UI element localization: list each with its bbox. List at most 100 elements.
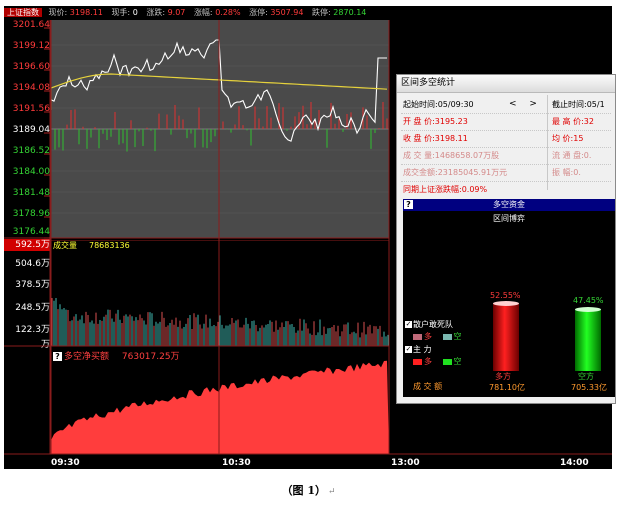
long-pct: 52.55% — [490, 291, 521, 300]
now-label: 现价: — [48, 8, 68, 17]
close-price-value: 3198.11 — [434, 134, 468, 143]
price-tick-9: 3178.96 — [12, 209, 50, 219]
caption-text: （图 1） — [281, 484, 326, 497]
long-short-fund-panel: ? 多空资金 区间博弈 ✓ 散户敢死队 多 空 ✓ 主 力 多 空 成 交 额 52… — [403, 199, 615, 397]
price-tick-5: 3189.04 — [12, 125, 50, 135]
short-bar — [575, 309, 601, 371]
main-label: 主 力 — [413, 345, 432, 354]
now-value: 3198.11 — [69, 8, 103, 17]
long-amount: 781.10亿 — [489, 383, 525, 392]
retail-short-swatch — [442, 333, 452, 340]
range-step-arrows[interactable]: < > — [509, 99, 542, 109]
price-tick-6: 3186.52 — [12, 146, 50, 156]
row-divider — [401, 130, 611, 131]
volume-value: 78683136 — [89, 241, 130, 250]
column-divider — [547, 95, 548, 190]
dialog-title[interactable]: 区间多空统计 — [397, 75, 615, 93]
open-price-label: 开 盘 价: — [403, 117, 435, 126]
change-value: 9.07 — [167, 8, 186, 17]
time-tick-1300: 13:00 — [391, 458, 420, 468]
limit-down-value: 2870.14 — [333, 8, 367, 17]
long-bar — [493, 303, 519, 371]
retail-legend: 多 空 — [413, 331, 462, 342]
fund-flow-area — [51, 360, 389, 454]
volume-chart[interactable] — [51, 240, 389, 346]
volume-header: 成交量 78683136 — [53, 240, 130, 251]
volume-tick-3: 122.3万 — [15, 325, 50, 335]
price-tick-4: 3191.56 — [12, 104, 50, 114]
main-long-label: 多 — [424, 357, 432, 366]
float-row: 流 通 盘:0. — [552, 150, 591, 161]
time-tick-1400: 14:00 — [560, 458, 589, 468]
pct-value: 0.28% — [215, 8, 241, 17]
main-legend: 多 空 — [413, 356, 462, 367]
volume-tick-0: 504.6万 — [15, 259, 50, 269]
row-divider — [401, 147, 611, 148]
short-name: 空方 — [578, 372, 594, 381]
time-tick-1030: 10:30 — [222, 458, 251, 468]
volume-stat-label: 成 交 量: — [403, 151, 435, 160]
end-time-value: 05/1 — [586, 100, 605, 109]
open-price-value: 3195.23 — [434, 117, 468, 126]
quote-header: 上证指数 现价: 3198.11 现手: 0 涨跌: 9.07 涨幅: 0.28… — [4, 6, 612, 20]
avg-price-label: 均 价: — [552, 134, 574, 143]
checkbox-icon[interactable]: ✓ — [405, 321, 412, 328]
end-time-row: 截止时间:05/1 — [552, 99, 605, 110]
close-price-label: 收 盘 价: — [403, 134, 435, 143]
index-name: 上证指数 — [4, 8, 42, 17]
main-short-label: 空 — [453, 357, 462, 366]
volume-chart-svg — [51, 240, 389, 346]
long-name: 多方 — [495, 372, 511, 381]
volume-tick-2: 248.5万 — [15, 303, 50, 313]
avg-price-value: 15 — [573, 134, 584, 143]
high-price-value: 32 — [583, 117, 594, 126]
end-time-label: 截止时间: — [552, 100, 587, 109]
row-divider — [401, 113, 611, 114]
short-bar-cap — [575, 307, 601, 312]
hand-value: 0 — [132, 8, 138, 17]
long-bar-cap — [493, 301, 519, 306]
retail-long-swatch — [413, 333, 422, 340]
price-tick-1: 3199.12 — [12, 41, 50, 51]
price-tick-10: 3176.44 — [12, 227, 50, 237]
fund-flow-label: 多空净买额 — [64, 352, 110, 362]
close-price-row: 收 盘 价:3198.11 — [403, 133, 468, 144]
fund-flow-header: ? 多空净买额 763017.25万 — [53, 349, 180, 362]
row-divider — [401, 181, 611, 182]
swing-value: 0. — [573, 168, 581, 177]
avg-price-row: 均 价:15 — [552, 133, 583, 144]
volume-max-label: 592.5万 — [4, 239, 50, 251]
fund-panel-subtitle: 区间博弈 — [493, 214, 525, 223]
retail-long-label: 多 — [424, 332, 432, 341]
limit-down-label: 跌停: — [312, 8, 331, 17]
swing-label: 振 幅: — [552, 168, 574, 177]
fund-flow-svg — [51, 360, 389, 454]
main-toggle[interactable]: ✓ 主 力 — [405, 344, 432, 355]
retail-short-label: 空 — [453, 332, 462, 341]
checkbox-icon[interactable]: ✓ — [405, 346, 412, 353]
price-chart[interactable] — [51, 20, 389, 238]
fund-flow-value: 763017.25万 — [121, 352, 180, 362]
retail-toggle[interactable]: ✓ 散户敢死队 — [405, 319, 453, 330]
retail-label: 散户敢死队 — [413, 320, 453, 329]
float-value: 0. — [583, 151, 592, 160]
help-icon[interactable]: ? — [53, 352, 62, 361]
amount-label: 成交金额: — [403, 168, 438, 177]
price-tick-3: 3194.08 — [12, 83, 50, 93]
fund-flow-chart[interactable] — [51, 348, 389, 454]
volume-row: 成 交 量:1468658.07万股 — [403, 150, 499, 161]
amount-value: 23185045.91万元 — [437, 168, 508, 177]
return-mark: ↵ — [327, 487, 336, 497]
swing-row: 振 幅:0. — [552, 167, 581, 178]
start-time-row: 起始时间:05/09:30 — [403, 99, 474, 110]
start-time-value: 05/09:30 — [437, 100, 474, 109]
period-pct-row: 同期上证涨跌幅:0.09% — [403, 184, 487, 195]
range-stats-dialog[interactable]: 区间多空统计 起始时间:05/09:30 < > 截止时间:05/1 开 盘 价… — [396, 74, 616, 404]
price-tick-8: 3181.48 — [12, 188, 50, 198]
volume-label: 成交量 — [53, 241, 77, 250]
high-price-row: 最 高 价:32 — [552, 116, 594, 127]
price-tick-0: 3201.64 — [12, 20, 50, 30]
float-label: 流 通 盘: — [552, 151, 584, 160]
limit-up-value: 3507.94 — [270, 8, 304, 17]
price-tick-2: 3196.60 — [12, 62, 50, 72]
